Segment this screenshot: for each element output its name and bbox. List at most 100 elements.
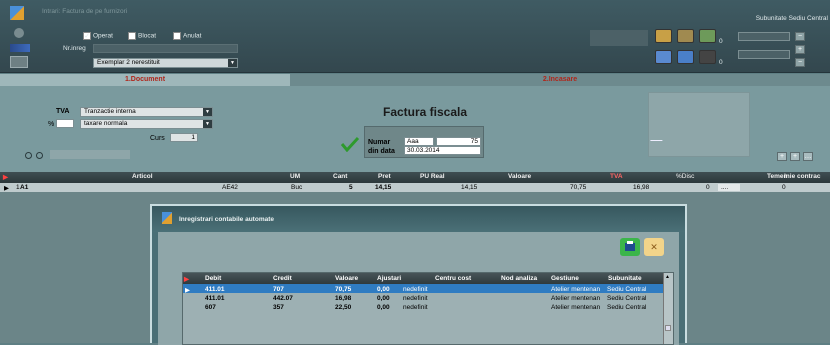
cell-tva[interactable]: 16,98	[633, 184, 649, 191]
curs-field[interactable]: 1	[170, 133, 198, 142]
nav-add-button[interactable]: +	[777, 152, 787, 161]
col-disc[interactable]: %Disc	[676, 173, 694, 180]
cell-gestiune[interactable]: Atelier mentenan	[551, 286, 600, 293]
tab-document[interactable]: 1.Document	[0, 74, 290, 86]
exemplar-select[interactable]: Exemplar 2 nerestituit ▼	[93, 58, 238, 68]
document-form: TVA Tranzactie interna ▼ % taxare normal…	[0, 86, 830, 172]
cell-valoare[interactable]: 22,50	[335, 304, 351, 311]
cell-dots[interactable]: ....	[718, 184, 740, 191]
col-um[interactable]: UM	[290, 173, 300, 180]
col-subunitate[interactable]: Subunitate	[608, 275, 642, 282]
screen-icon	[10, 56, 28, 68]
settings-button[interactable]	[699, 29, 716, 43]
status-checkbox-1[interactable]: Blocat	[128, 32, 156, 40]
cell-credit[interactable]: 357	[273, 304, 284, 311]
numar-field[interactable]: 75	[436, 137, 481, 146]
remove-button[interactable]: −	[795, 58, 805, 67]
search-icon[interactable]	[25, 152, 32, 159]
tva-type-select[interactable]: taxare normala ▼	[80, 119, 213, 129]
tva-select[interactable]: Tranzactie interna ▼	[80, 107, 213, 117]
chevron-down-icon[interactable]: ▼	[228, 59, 237, 67]
table-row[interactable]: ▶ 1 A1 AE42 Buc 5 14,15 14,15 70,75 16,9…	[0, 183, 830, 192]
zoom-icon[interactable]	[36, 152, 43, 159]
cell-pu-real[interactable]: 14,15	[461, 184, 477, 191]
cell-gestiune[interactable]: Atelier mentenan	[551, 304, 600, 311]
tab-incasare[interactable]: 2.Incasare	[290, 74, 830, 86]
col-cant[interactable]: Cant	[333, 173, 347, 180]
cell-debit[interactable]: 411.01	[205, 286, 225, 293]
cell-ajustari[interactable]: 0,00	[377, 295, 390, 302]
printer-icon[interactable]	[620, 238, 640, 256]
unchecked-icon[interactable]	[173, 32, 181, 40]
col-ajustari[interactable]: Ajustari	[377, 275, 401, 282]
tva-label: TVA	[56, 108, 70, 115]
nav-edit-button[interactable]: +	[790, 152, 800, 161]
col-pret[interactable]: Pret	[378, 173, 391, 180]
folder-button[interactable]	[699, 50, 716, 64]
cell-debit[interactable]: 411.01	[205, 295, 225, 302]
status-checkbox-0[interactable]: ✓ Operat	[83, 32, 113, 40]
unchecked-icon[interactable]	[128, 32, 136, 40]
columns-button[interactable]	[655, 50, 672, 64]
cell-ajustari[interactable]: 0,00	[377, 286, 390, 293]
grid-button[interactable]	[677, 50, 694, 64]
col-contract[interactable]: inie contrac	[784, 173, 820, 180]
checked-icon[interactable]: ✓	[83, 32, 91, 40]
chevron-down-icon[interactable]: ▼	[203, 120, 212, 128]
cell-valoare[interactable]: 16,98	[335, 295, 351, 302]
table-row[interactable]: 607 357 22,50 0,00 nedefinit Atelier mentenan…	[183, 302, 663, 311]
cell-credit[interactable]: 442.07	[273, 295, 293, 302]
cell-centru[interactable]: nedefinit	[403, 286, 428, 293]
scroll-handle[interactable]	[665, 325, 671, 331]
cell-credit[interactable]: 707	[273, 286, 284, 293]
table-row[interactable]: 411.01 442.07 16,98 0,00 nedefinit Atelier me…	[183, 293, 663, 302]
cell-gestiune[interactable]: Atelier mentenan	[551, 295, 600, 302]
chevron-down-icon[interactable]: ▼	[203, 108, 212, 116]
vertical-scrollbar[interactable]: ▲	[663, 273, 673, 344]
document-button[interactable]	[655, 29, 672, 43]
subunit-field-1[interactable]	[738, 32, 790, 41]
counter-1: 0	[719, 38, 723, 45]
scroll-up-icon[interactable]: ▲	[665, 274, 670, 280]
col-centru-cost[interactable]: Centru cost	[435, 275, 471, 282]
cell-valoare[interactable]: 70,75	[570, 184, 586, 191]
search-field[interactable]	[50, 150, 130, 159]
cell-valoare[interactable]: 70,75	[335, 286, 351, 293]
cell-disc[interactable]: 0	[706, 184, 710, 191]
subunit-field-2[interactable]	[738, 50, 790, 59]
table-row[interactable]: ▶ 411.01 707 70,75 0,00 nedefinit Atelier ment…	[183, 284, 663, 294]
col-gestiune[interactable]: Gestiune	[551, 275, 579, 282]
cell-centru[interactable]: nedefinit	[403, 304, 428, 311]
col-valoare[interactable]: Valoare	[335, 275, 358, 282]
cell-subunitate[interactable]: Sediu Central	[607, 304, 646, 311]
col-nod-analiza[interactable]: Nod analiza	[501, 275, 537, 282]
curs-value: 1	[191, 134, 195, 141]
nr-inreg-field[interactable]	[93, 44, 238, 53]
close-icon[interactable]: ✕	[644, 238, 664, 256]
plus-button[interactable]: +	[795, 45, 805, 54]
col-pu-real[interactable]: PU Real	[420, 173, 445, 180]
cell-subunitate[interactable]: Sediu Central	[607, 286, 646, 293]
col-valoare[interactable]: Valoare	[508, 173, 531, 180]
lightbulb-button[interactable]	[677, 29, 694, 43]
status-checkbox-2[interactable]: Anulat	[173, 32, 201, 40]
minus-button[interactable]: −	[795, 32, 805, 41]
cell-cod[interactable]: AE42	[222, 184, 238, 191]
col-debit[interactable]: Debit	[205, 275, 221, 282]
col-credit[interactable]: Credit	[273, 275, 292, 282]
serie-field[interactable]: Aaa	[404, 137, 434, 146]
percent-field[interactable]	[56, 119, 74, 128]
data-field[interactable]: 30.03.2014	[404, 146, 481, 155]
cell-articol[interactable]: A1	[20, 184, 28, 191]
cell-um[interactable]: Buc	[291, 184, 302, 191]
col-tva[interactable]: TVA	[610, 173, 623, 180]
col-articol[interactable]: Articol	[132, 173, 153, 180]
cell-temen[interactable]: 0	[782, 184, 786, 191]
cell-centru[interactable]: nedefinit	[403, 295, 428, 302]
nav-more-button[interactable]: …	[803, 152, 813, 161]
cell-debit[interactable]: 607	[205, 304, 216, 311]
cell-cant[interactable]: 5	[349, 184, 353, 191]
cell-pret[interactable]: 14,15	[375, 184, 391, 191]
cell-ajustari[interactable]: 0,00	[377, 304, 390, 311]
cell-subunitate[interactable]: Sediu Central	[607, 295, 646, 302]
